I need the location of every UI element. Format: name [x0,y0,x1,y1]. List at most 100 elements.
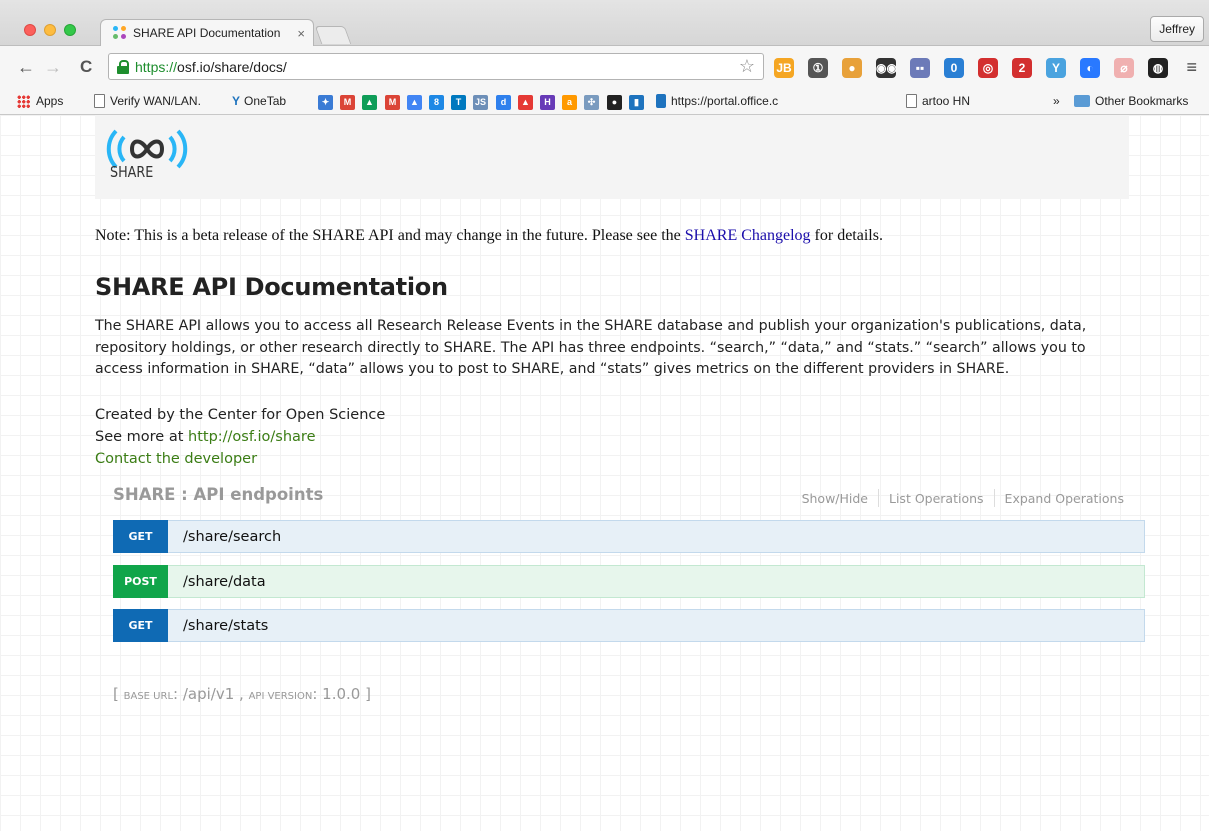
bookmark-tile-icon[interactable]: ▮ [629,95,644,110]
apps-grid-icon [17,94,30,108]
bookmark-label: OneTab [244,94,287,108]
address-bar[interactable]: https:// osf.io/share/docs/ ☆ [108,53,764,80]
share-favicon-icon [113,26,127,40]
bookmark-verify-wan[interactable]: Verify WAN/LAN. [94,94,201,108]
back-arrow-icon[interactable]: ← [17,56,35,78]
api-version-value: 1.0.0 [322,685,361,703]
page-icon [94,94,105,108]
bracket-open: [ [113,685,124,703]
bookmark-tile-icon[interactable]: ● [607,95,622,110]
extension-icon[interactable]: ⌀ [1114,58,1134,78]
method-badge[interactable]: GET [113,608,168,642]
extension-icon[interactable]: ◉◉ [876,58,897,78]
bookmark-other-bookmarks[interactable]: Other Bookmarks [1074,94,1188,108]
footer-separator: , [234,685,249,703]
bookmark-tile-icon[interactable]: ✦ [318,95,333,110]
extension-icon[interactable]: ◐ [1080,58,1100,78]
endpoint-share-data[interactable]: POST /share/data [113,564,1145,598]
url-scheme: https:// [135,58,178,75]
bookmark-tile-icon[interactable]: T [451,95,466,110]
extension-icon[interactable]: ● [842,58,862,78]
endpoint-path[interactable]: /share/data [183,574,266,590]
endpoints-header: SHARE : API endpoints Show/Hide List Ope… [113,485,1145,511]
endpoint-path[interactable]: /share/stats [183,618,268,634]
onetab-icon: Y [232,94,241,108]
show-hide-link[interactable]: Show/Hide [792,491,878,507]
created-by: Created by the Center for Open Science [95,407,386,423]
api-info-footer: [ Base URL: /api/v1 , API Version: 1.0.0… [113,685,371,703]
method-badge[interactable]: GET [113,519,168,553]
window-zoom-button[interactable] [64,24,76,36]
bookmark-tile-icon[interactable]: 8 [429,95,444,110]
api-version-label: API Version [248,691,313,702]
list-operations-link[interactable]: List Operations [879,491,994,507]
base-url-value: /api/v1 [182,685,235,703]
bookmark-label: Apps [36,94,64,108]
beta-note: Note: This is a beta release of the SHAR… [95,227,883,245]
browser-tab-active[interactable]: SHARE API Documentation × [100,19,314,46]
osf-share-link[interactable]: http://osf.io/share [188,429,315,445]
bookmark-tile-icon[interactable]: ▲ [518,95,533,110]
bookmark-tile-icon[interactable]: JS [473,95,488,110]
tab-title: SHARE API Documentation [133,26,281,40]
endpoint-path[interactable]: /share/search [183,529,281,545]
url-path: osf.io/share/docs/ [177,58,287,75]
bookmark-tile-icon[interactable]: M [385,95,400,110]
bookmark-label: Other Bookmarks [1095,94,1189,108]
bracket-close: ] [360,685,371,703]
bookmarks-bar: Apps Verify WAN/LAN. Y OneTab ✦ M ▲ M ▲ 8 T JS d… [0,89,1209,115]
note-text: Note: This is a beta release of the SHAR… [95,227,685,244]
api-description: The SHARE API allows you to access all R… [95,318,1087,377]
extension-icon[interactable]: ◎ [978,58,998,78]
bookmark-apps[interactable]: Apps [17,94,63,108]
forward-arrow-icon[interactable]: → [44,56,62,78]
window-minimize-button[interactable] [44,24,56,36]
contact-developer-link[interactable]: Contact the developer [95,451,257,467]
chrome-menu-icon[interactable]: ≡ [1186,57,1197,78]
bookmark-label: artoo HN [922,94,971,108]
bookmark-tile-icon[interactable]: a [562,95,577,110]
office-icon [656,94,666,108]
page-title: SHARE API Documentation [95,273,448,301]
bookmark-tile-icon[interactable]: ✣ [584,95,599,110]
bookmark-tile-icon[interactable]: ▲ [362,95,377,110]
see-more-label: See more at [95,429,189,445]
see-more: See more at http://osf.io/share [95,426,385,448]
extension-icon[interactable]: Y [1046,58,1066,78]
page-content: SHARE Note: This is a beta release of th… [0,115,1209,831]
bookmark-onetab[interactable]: Y OneTab [232,94,286,108]
extension-icon[interactable]: JB [774,58,794,78]
bookmark-tile-icon[interactable]: d [496,95,511,110]
folder-icon [1074,95,1090,107]
extension-icon[interactable]: 0 [944,58,964,78]
tab-close-icon[interactable]: × [297,26,305,41]
extension-icon[interactable]: ◍ [1148,58,1168,78]
bookmark-portal-office[interactable]: https://portal.office.c [656,94,778,108]
new-tab-button[interactable] [314,26,352,44]
browser-toolbar: ← → C https:// osf.io/share/docs/ ☆ JB ① ●… [0,46,1209,89]
extension-icon[interactable]: 2 [1012,58,1032,78]
profile-button[interactable]: Jeffrey [1150,16,1204,42]
reload-icon[interactable]: C [80,56,92,78]
extension-icon[interactable]: ① [808,58,828,78]
method-badge[interactable]: POST [113,564,168,598]
bookmark-tile-icon[interactable]: ▲ [407,95,422,110]
bookmark-tile-icon[interactable]: H [540,95,555,110]
bookmark-artoo-hn[interactable]: artoo HN [906,94,970,108]
expand-operations-link[interactable]: Expand Operations [995,491,1134,507]
bookmark-star-icon[interactable]: ☆ [739,56,755,77]
endpoint-share-search[interactable]: GET /share/search [113,519,1145,553]
endpoint-actions: Show/Hide List Operations Expand Operati… [792,489,1134,507]
bookmark-label: Verify WAN/LAN. [110,94,201,108]
bookmark-tile-icon[interactable]: M [340,95,355,110]
browser-tab-bar: SHARE API Documentation × Jeffrey [0,0,1209,46]
endpoint-share-stats[interactable]: GET /share/stats [113,608,1145,642]
credits: Created by the Center for Open Science S… [95,404,385,470]
window-close-button[interactable] [24,24,36,36]
changelog-link[interactable]: SHARE Changelog [685,227,811,244]
extension-icon[interactable]: ▪▪ [910,58,930,78]
logo-text: SHARE [110,163,154,181]
endpoints-title[interactable]: SHARE : API endpoints [113,485,323,504]
base-url-label: Base URL [123,691,174,702]
bookmarks-overflow-chevron[interactable]: » [1053,94,1060,108]
